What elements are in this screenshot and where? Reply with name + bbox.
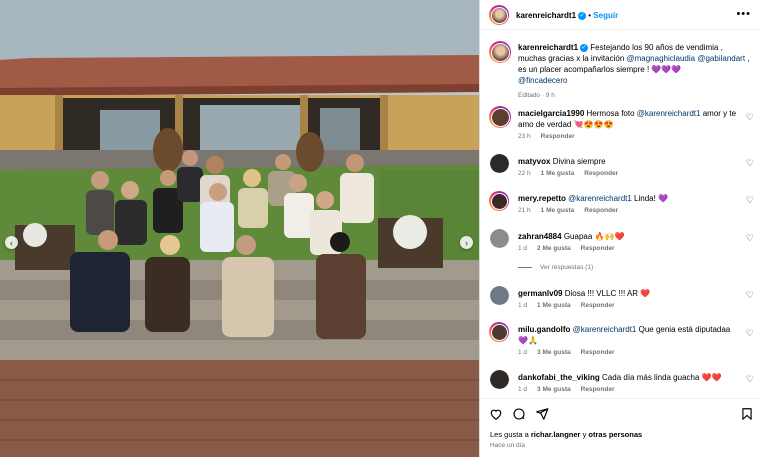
heart-outline-icon[interactable]: ♡ bbox=[746, 374, 754, 385]
reply-button[interactable]: Responder bbox=[581, 245, 615, 252]
commenter-avatar[interactable] bbox=[489, 106, 511, 128]
reply-button[interactable]: Responder bbox=[541, 133, 575, 140]
comment-time: 1 d bbox=[518, 386, 528, 393]
comment-username[interactable]: macielgarcia1990 bbox=[518, 109, 584, 118]
chevron-right-icon[interactable]: › bbox=[460, 236, 473, 249]
heart-outline-icon[interactable] bbox=[489, 407, 503, 421]
likes-others[interactable]: otras personas bbox=[588, 430, 642, 439]
comment-text-post: Linda! 💜 bbox=[631, 194, 669, 203]
comment-likes[interactable]: 1 Me gusta bbox=[537, 302, 571, 309]
likes-user[interactable]: richar.langner bbox=[531, 430, 581, 439]
reply-button[interactable]: Responder bbox=[581, 386, 615, 393]
author-avatar[interactable] bbox=[489, 5, 509, 25]
verified-badge-icon: ✓ bbox=[580, 43, 589, 52]
author-username[interactable]: karenreichardt1 bbox=[516, 11, 576, 20]
comment-text: Guapaa 🔥🙌❤️ bbox=[563, 232, 625, 241]
comment-mention[interactable]: @karenreichardt1 bbox=[637, 109, 701, 118]
verified-badge-icon: ✓ bbox=[578, 11, 587, 20]
post-photo[interactable]: ‹ › bbox=[0, 0, 479, 457]
view-replies-label[interactable]: Ver respuestas (1) bbox=[540, 264, 593, 271]
commenter-avatar[interactable] bbox=[490, 229, 509, 248]
comment-username[interactable]: zahran4884 bbox=[518, 232, 562, 241]
heart-outline-icon[interactable]: ♡ bbox=[746, 158, 754, 169]
likes-text-pre: Les gusta a bbox=[490, 430, 531, 439]
comment-text: Diosa !!! VLLC !!! AR ❤️ bbox=[564, 289, 651, 298]
more-options-icon[interactable]: ••• bbox=[736, 8, 751, 20]
follow-button[interactable]: Seguir bbox=[593, 11, 618, 20]
commenter-avatar[interactable] bbox=[490, 286, 509, 305]
comment-time: 23 h bbox=[518, 133, 531, 140]
heart-outline-icon[interactable]: ♡ bbox=[746, 233, 754, 244]
chevron-left-icon[interactable]: ‹ bbox=[5, 236, 18, 249]
post-actions-bar: Les gusta a richar.langner y otras perso… bbox=[480, 398, 760, 457]
comment-username[interactable]: dankofabi_the_viking bbox=[518, 373, 600, 382]
caption-mention-2[interactable]: @gabilandart bbox=[697, 54, 745, 63]
reply-button[interactable]: Responder bbox=[584, 170, 618, 177]
comment-username[interactable]: mery.repetto bbox=[518, 194, 566, 203]
heart-outline-icon[interactable]: ♡ bbox=[746, 195, 754, 206]
heart-outline-icon[interactable]: ♡ bbox=[746, 112, 754, 123]
caption-username[interactable]: karenreichardt1 bbox=[518, 43, 578, 52]
reply-button[interactable]: Responder bbox=[581, 302, 615, 309]
post-header: karenreichardt1 ✓ • Seguir ••• bbox=[480, 0, 760, 30]
likes-summary: Les gusta a richar.langner y otras perso… bbox=[490, 430, 642, 439]
comment-time: 21 h bbox=[518, 207, 531, 214]
bookmark-icon[interactable] bbox=[740, 407, 754, 421]
comment-username[interactable]: milu.gandolfo bbox=[518, 325, 570, 334]
post-details-panel: karenreichardt1 ✓ • Seguir ••• karenreich… bbox=[479, 0, 760, 457]
comment-likes[interactable]: 3 Me gusta bbox=[537, 386, 571, 393]
comment-likes[interactable]: 1 Me gusta bbox=[541, 207, 575, 214]
group-photo-illustration bbox=[0, 0, 479, 457]
caption-avatar[interactable] bbox=[489, 41, 511, 63]
comment-text: Divina siempre bbox=[552, 157, 606, 166]
send-icon[interactable] bbox=[535, 407, 549, 421]
commenter-avatar[interactable] bbox=[490, 370, 509, 389]
reply-button[interactable]: Responder bbox=[584, 207, 618, 214]
reply-button[interactable]: Responder bbox=[581, 349, 615, 356]
comment-username[interactable]: matyvox bbox=[518, 157, 550, 166]
post-timestamp: Hace un día bbox=[490, 442, 526, 449]
post-caption: karenreichardt1 ✓ Festejando los 90 años … bbox=[518, 42, 750, 101]
comment-time: 1 d bbox=[518, 245, 528, 252]
commenter-avatar[interactable] bbox=[490, 154, 509, 173]
commenter-avatar[interactable] bbox=[489, 322, 509, 342]
caption-mention-3[interactable]: @fincadecero bbox=[518, 76, 567, 85]
comment-likes[interactable]: 3 Me gusta bbox=[537, 349, 571, 356]
comment-time: 1 d bbox=[518, 302, 528, 309]
comment-mention[interactable]: @karenreichardt1 bbox=[573, 325, 637, 334]
view-replies[interactable]: Ver respuestas (1) bbox=[518, 264, 603, 271]
comment-text: Cada día más linda guacha ❤️❤️ bbox=[602, 373, 722, 382]
heart-outline-icon[interactable]: ♡ bbox=[746, 290, 754, 301]
caption-mention-1[interactable]: @magnaghiclaudia bbox=[627, 54, 696, 63]
caption-meta: Editado · 9 h bbox=[518, 92, 555, 99]
comment-likes[interactable]: 1 Me gusta bbox=[541, 170, 575, 177]
comment-icon[interactable] bbox=[512, 407, 526, 421]
commenter-avatar[interactable] bbox=[489, 191, 509, 211]
comment-username[interactable]: germanlv09 bbox=[518, 289, 562, 298]
comment-mention[interactable]: @karenreichardt1 bbox=[568, 194, 632, 203]
heart-outline-icon[interactable]: ♡ bbox=[746, 328, 754, 339]
comment-text: Hermosa foto bbox=[586, 109, 637, 118]
comment-time: 22 h bbox=[518, 170, 531, 177]
comment-time: 1 d bbox=[518, 349, 528, 356]
comment-likes[interactable]: 2 Me gusta bbox=[537, 245, 571, 252]
